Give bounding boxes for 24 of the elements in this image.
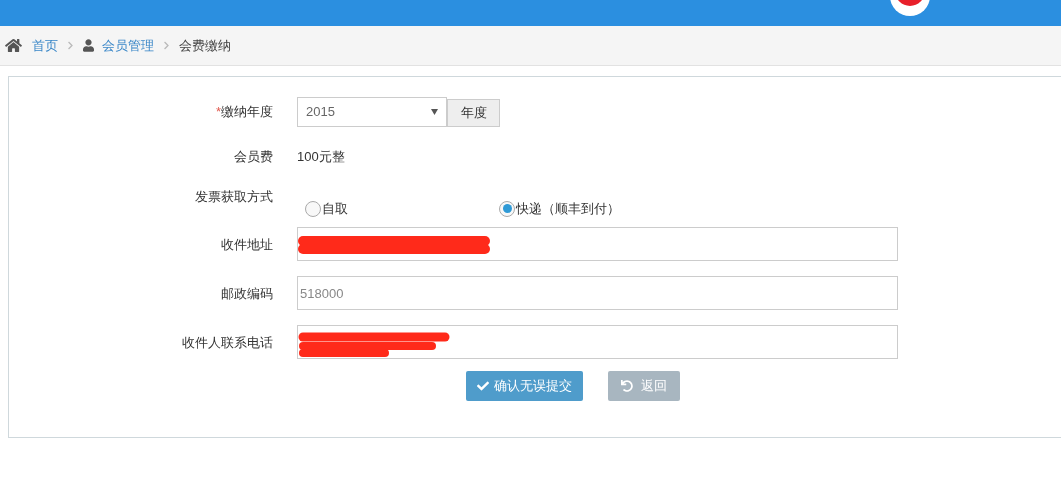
field-label: 会员费 xyxy=(234,149,273,165)
field-label: 邮政编码 xyxy=(221,286,273,301)
field-label: *缴纳年度 xyxy=(215,104,273,120)
chevron-icon xyxy=(163,41,170,50)
home-icon xyxy=(5,38,22,53)
breadcrumb-current: 会费缴纳 xyxy=(179,36,231,55)
chevron-icon xyxy=(67,41,74,50)
field-label: 发票获取方式 xyxy=(195,189,273,204)
text-input-field[interactable]: 518000 xyxy=(297,276,898,310)
undo-icon xyxy=(621,380,633,392)
radio-option[interactable]: 自取 xyxy=(305,199,499,219)
fee-value: 100元整 xyxy=(297,148,345,167)
text-input-field[interactable] xyxy=(297,227,898,261)
year-select[interactable]: 2015 xyxy=(297,97,447,127)
field-label: 收件地址 xyxy=(221,237,273,252)
year-button[interactable]: 年度 xyxy=(447,99,500,127)
check-icon xyxy=(477,380,489,392)
field-label: 收件人联系电话 xyxy=(182,335,273,350)
breadcrumb-link[interactable]: 会员管理 xyxy=(102,35,154,56)
user-icon xyxy=(83,39,94,52)
dropdown-caret-icon xyxy=(431,109,438,115)
radio-option[interactable]: 快递（顺丰到付） xyxy=(499,199,620,219)
breadcrumb-link[interactable]: 首页 xyxy=(32,35,58,56)
text-input-field[interactable] xyxy=(297,325,898,359)
